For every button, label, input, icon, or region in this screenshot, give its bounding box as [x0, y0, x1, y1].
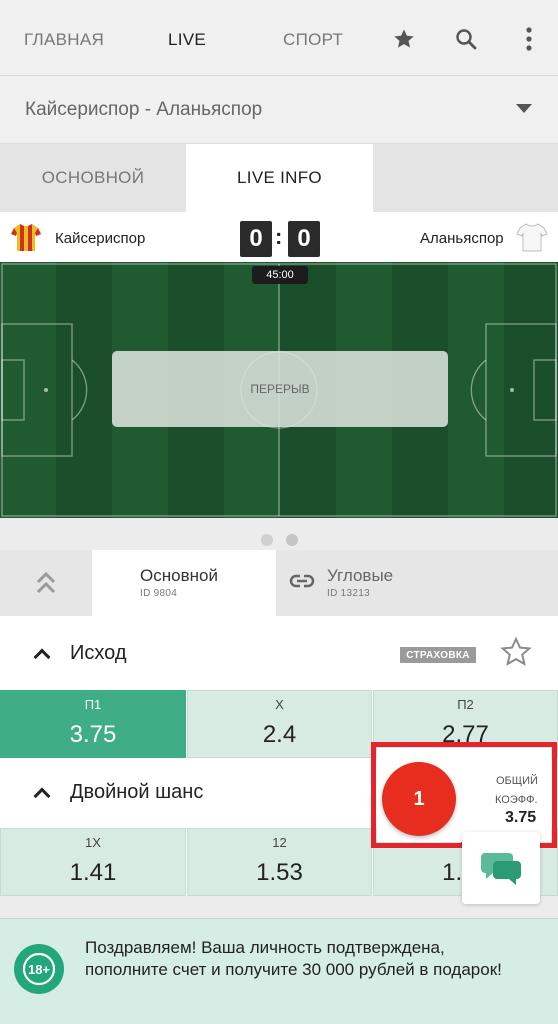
support-chat-button[interactable]: [462, 832, 540, 904]
odds-value: 1.41: [69, 859, 117, 886]
pager-dots: [0, 518, 558, 550]
link-icon: [289, 574, 315, 588]
away-score: 0: [288, 221, 320, 257]
pager-dot[interactable]: [261, 534, 273, 546]
odds-cell[interactable]: X 2.4: [187, 690, 372, 758]
search-icon[interactable]: [449, 22, 483, 56]
match-status-text: ПЕРЕРЫВ: [250, 382, 310, 396]
odds-value: 1.53: [256, 859, 303, 886]
collapse-groups-button[interactable]: [0, 550, 92, 616]
bet-slip-count-badge[interactable]: 1: [382, 762, 456, 836]
odds-cell[interactable]: 12 1.53: [187, 828, 372, 896]
home-jersey-icon: [11, 224, 41, 251]
star-outline-icon[interactable]: [499, 635, 533, 669]
odds-value: 3.75: [69, 721, 117, 748]
home-score: 0: [240, 221, 272, 257]
odds-label: 12: [272, 835, 287, 850]
notice-text: Поздравляем! Ваша личность подтверждена,…: [85, 938, 502, 979]
chat-icon: [481, 853, 521, 885]
odds-label: П1: [84, 697, 102, 712]
pager-dot[interactable]: [286, 534, 298, 546]
group-corners-name: Угловые: [327, 566, 394, 585]
group-main-id: ID 9804: [140, 588, 178, 599]
group-corners-id: ID 13213: [327, 588, 370, 599]
dropdown-arrow-icon: [516, 104, 532, 113]
away-jersey-icon: [516, 223, 548, 252]
market-title: Двойной шанс: [70, 781, 204, 803]
age-18-icon: 18+: [14, 944, 64, 994]
total-odds-label: КОЭФФ.: [495, 794, 538, 806]
insurance-badge[interactable]: СТРАХОВКА: [400, 647, 476, 663]
tab-main[interactable]: ОСНОВНОЙ: [0, 144, 186, 212]
odds-value: 2.4: [262, 721, 297, 748]
double-chevron-up-icon: [36, 571, 56, 594]
odds-cell[interactable]: 1X 1.41: [0, 828, 186, 896]
odds-label: П2: [457, 697, 474, 712]
verification-notice[interactable]: 18+ Поздравляем! Ваша личность подтвержд…: [0, 918, 558, 1024]
market-title: Исход: [70, 642, 127, 664]
group-main[interactable]: Основной ID 9804: [92, 550, 276, 616]
away-team-name: Аланьяспор: [420, 230, 504, 247]
market-groups: Основной ID 9804 Угловые ID 13213: [0, 550, 558, 616]
nav-live[interactable]: LIVE: [168, 30, 206, 50]
odds-cell[interactable]: П1 3.75: [0, 690, 186, 758]
tab-bar: ОСНОВНОЙ LIVE INFO: [0, 144, 558, 212]
top-nav: ГЛАВНАЯ LIVE СПОРТ: [0, 0, 558, 76]
chevron-up-icon: [33, 648, 51, 666]
star-icon[interactable]: [387, 22, 421, 56]
match-selector[interactable]: Кайсериспор - Аланьяспор: [0, 76, 558, 144]
nav-sport[interactable]: СПОРТ: [283, 30, 343, 50]
group-corners[interactable]: Угловые ID 13213: [277, 550, 558, 616]
age-18-icon-text: 18+: [28, 962, 50, 977]
nav-main[interactable]: ГЛАВНАЯ: [24, 30, 104, 50]
match-status-overlay: ПЕРЕРЫВ: [112, 351, 448, 427]
match-selector-label: Кайсериспор - Аланьяспор: [25, 99, 263, 120]
odds-label: 1X: [85, 835, 101, 850]
total-odds-value: 3.75: [505, 809, 537, 826]
scoreboard: Кайсериспор 0 : 0 Аланьяспор: [0, 212, 558, 262]
group-main-name: Основной: [140, 566, 218, 585]
more-vert-icon[interactable]: [512, 22, 546, 56]
chevron-up-icon: [33, 787, 51, 805]
match-timer: 45:00: [252, 266, 308, 284]
odds-label: X: [275, 697, 284, 712]
home-team-name: Кайсериспор: [55, 230, 146, 247]
tab-live-info[interactable]: LIVE INFO: [186, 144, 373, 212]
total-odds-label: ОБЩИЙ: [496, 775, 538, 787]
score-separator: :: [275, 224, 283, 249]
